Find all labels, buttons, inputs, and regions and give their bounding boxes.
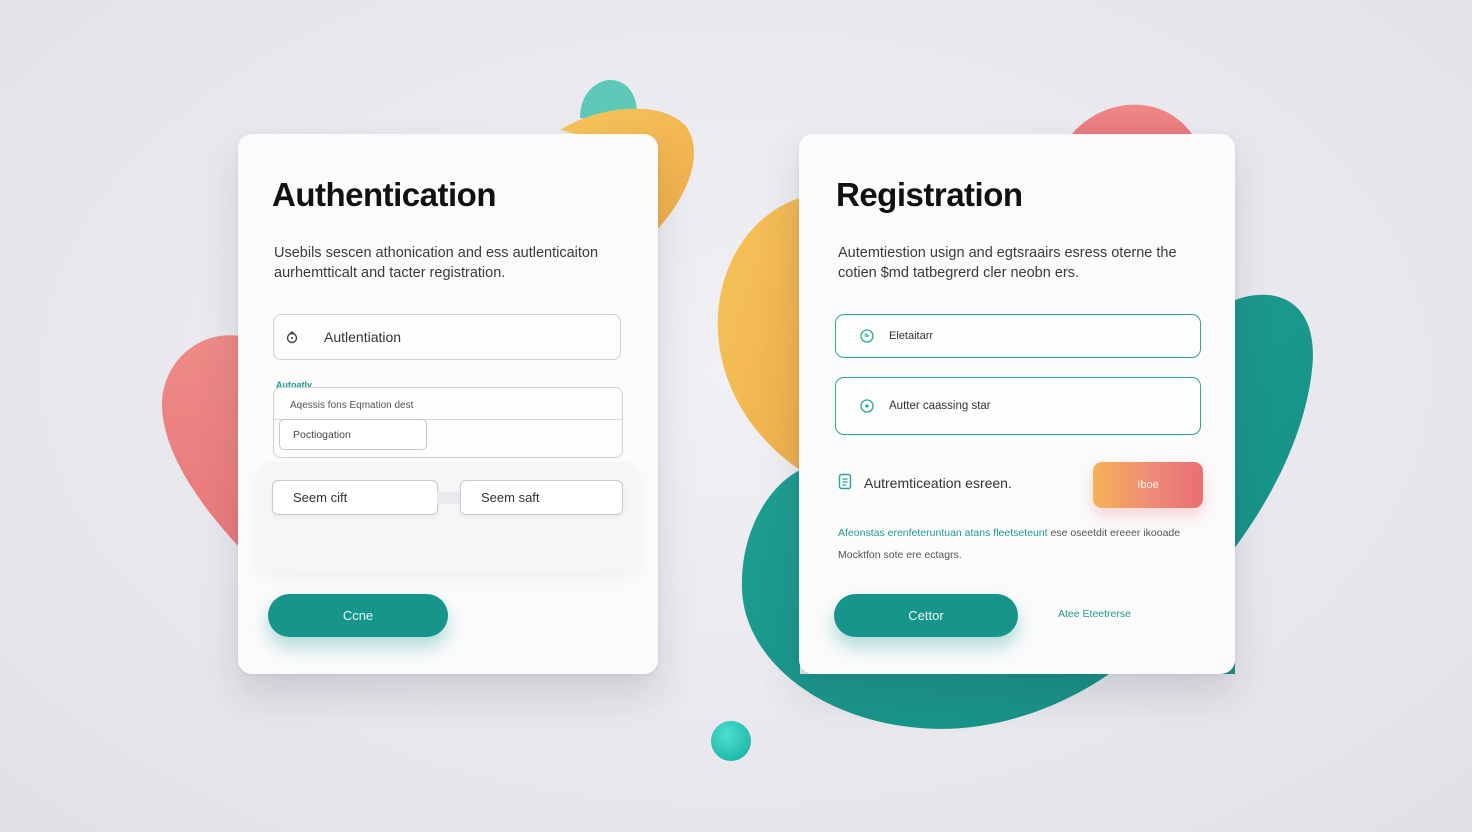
registration-note-line2: Mocktfon sote ere ectagrs. [838, 549, 962, 561]
registration-note-rest: ese oseetdit ereeer ikooade [1050, 527, 1181, 539]
options-panel [256, 462, 640, 572]
blob-coral-left [161, 335, 240, 548]
registration-card: Registration Autemtiestion usign and egt… [799, 134, 1235, 674]
segment-option-2[interactable]: Seem saft [460, 480, 623, 515]
clock-icon [860, 329, 874, 343]
registration-input-2-value: Autter caassing star [889, 400, 991, 412]
group-hint: Aqessis fons Eqmation dest [290, 400, 414, 411]
segment-connector [437, 492, 461, 504]
authentication-input[interactable]: Autlentiation [273, 314, 621, 360]
registration-note-accent: Afeonstas erenfeteruntuan atans fleetset… [838, 527, 1048, 539]
registration-submit-button[interactable]: Cettor [834, 594, 1018, 637]
authentication-input-value: Autlentiation [324, 329, 402, 345]
registration-title: Registration [836, 176, 1023, 213]
registration-link[interactable]: Atee Eteetrerse [1058, 608, 1131, 620]
group-inner-input[interactable]: Poctiogation [279, 419, 427, 450]
registration-note: Afeonstas erenfeteruntuan atans fleetset… [838, 527, 1180, 539]
lock-icon [284, 330, 300, 344]
registration-input-1-value: Eletaitarr [889, 330, 934, 342]
document-icon [838, 473, 852, 495]
auth-title: Authentication [272, 176, 496, 213]
auth-submit-button[interactable]: Ccne [268, 594, 448, 637]
background-blobs [161, 80, 1313, 761]
blob-coral-right [1072, 104, 1192, 134]
registration-input-2[interactable]: Autter caassing star [835, 377, 1201, 435]
teal-dot [711, 721, 751, 761]
auth-description: Usebils sescen athonication and ess autl… [274, 245, 599, 281]
segment-option-1[interactable]: Seem cift [272, 480, 438, 515]
blob-amber-right [717, 198, 800, 470]
registration-row-text: Autremticeation esreen. [864, 475, 1012, 491]
registration-input-1[interactable]: Eletaitarr [835, 314, 1201, 358]
check-circle-icon [860, 399, 874, 413]
registration-description: Autemtiestion usign and egtsraairs esres… [838, 245, 1177, 281]
registration-action-button[interactable]: Iboe [1093, 462, 1203, 508]
